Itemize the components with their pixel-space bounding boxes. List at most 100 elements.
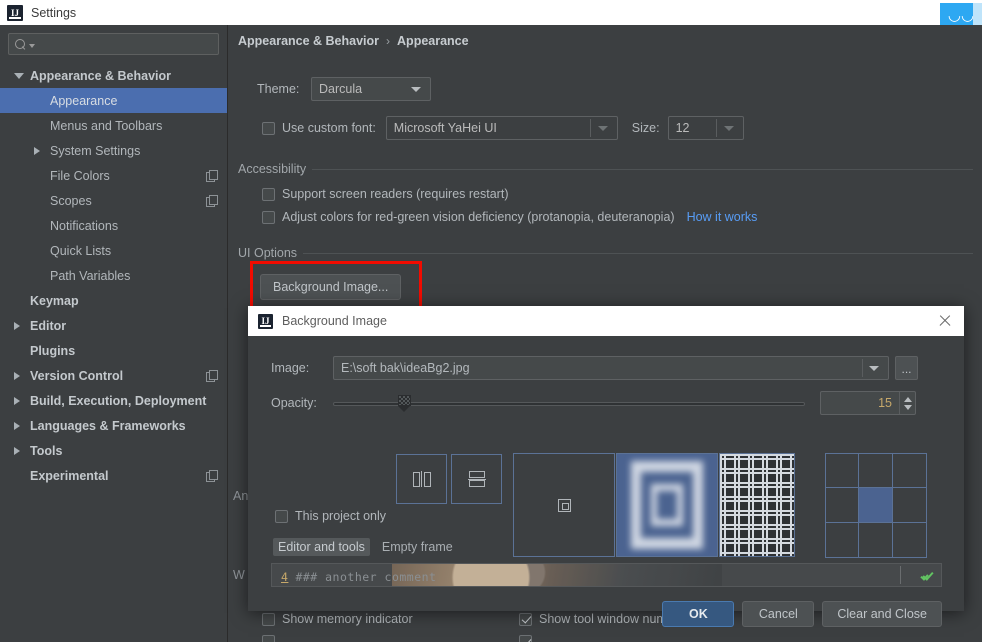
tree-arrow-slot xyxy=(14,446,30,455)
sidebar-item-quick-lists[interactable]: Quick Lists xyxy=(0,238,227,263)
fill-mode-center-button[interactable] xyxy=(513,453,615,557)
chevron-down-icon xyxy=(411,87,421,92)
target-empty-frame-option[interactable]: Empty frame xyxy=(377,538,458,556)
this-project-only-row[interactable]: This project only xyxy=(275,509,386,523)
chevron-right-icon[interactable] xyxy=(34,146,40,155)
spinner-buttons[interactable] xyxy=(899,392,915,414)
sidebar-item-tools[interactable]: Tools xyxy=(0,438,227,463)
mirror-horizontal-button[interactable] xyxy=(396,454,447,504)
slider-knob[interactable] xyxy=(397,395,411,412)
bottom-row-clipped-right[interactable] xyxy=(519,635,539,642)
font-size-select[interactable]: 12 xyxy=(667,116,744,140)
copy-settings-icon[interactable] xyxy=(206,170,218,182)
anchor-position-grid[interactable] xyxy=(824,452,927,558)
sidebar-item-version-control[interactable]: Version Control xyxy=(0,363,227,388)
adjust-colors-checkbox[interactable] xyxy=(262,210,275,224)
sidebar-item-plugins[interactable]: Plugins xyxy=(0,338,227,363)
window-title: Settings xyxy=(31,5,77,20)
sidebar-item-appearance[interactable]: Appearance xyxy=(0,88,227,113)
search-input[interactable] xyxy=(35,37,213,51)
anchor-cell-3[interactable] xyxy=(824,487,860,523)
background-image-button[interactable]: Background Image... xyxy=(260,274,402,300)
sidebar-item-editor[interactable]: Editor xyxy=(0,313,227,338)
breadcrumb-root[interactable]: Appearance & Behavior xyxy=(238,34,379,48)
anchor-cell-6[interactable] xyxy=(824,521,860,558)
use-custom-font-checkbox[interactable] xyxy=(262,121,275,135)
tree-arrow-slot xyxy=(14,421,30,430)
ok-button[interactable]: OK xyxy=(662,601,735,627)
chevron-down-icon[interactable] xyxy=(869,366,879,371)
theme-select[interactable]: Darcula xyxy=(311,77,431,101)
anchor-cell-8[interactable] xyxy=(891,521,927,558)
anchor-cell-2[interactable] xyxy=(891,452,927,489)
spinner-down-icon[interactable] xyxy=(903,404,912,410)
center-fill-icon xyxy=(557,498,571,512)
chevron-right-icon[interactable] xyxy=(14,396,20,405)
sidebar-item-system-settings[interactable]: System Settings xyxy=(0,138,227,163)
sidebar-item-languages-frameworks[interactable]: Languages & Frameworks xyxy=(0,413,227,438)
sidebar-item-keymap[interactable]: Keymap xyxy=(0,288,227,313)
image-path-field[interactable]: E:\soft bak\ideaBg2.jpg xyxy=(333,356,889,380)
this-project-only-checkbox[interactable] xyxy=(275,509,288,523)
accessibility-section-title: Accessibility xyxy=(238,162,307,176)
sidebar-item-notifications[interactable]: Notifications xyxy=(0,213,227,238)
slider-knob-tip xyxy=(397,406,410,412)
sidebar-item-experimental[interactable]: Experimental xyxy=(0,463,227,488)
anchor-cell-1[interactable] xyxy=(858,452,893,489)
sidebar-item-build-execution-deployment[interactable]: Build, Execution, Deployment xyxy=(0,388,227,413)
anchor-cell-7[interactable] xyxy=(858,521,893,558)
spinner-up-icon[interactable] xyxy=(903,396,912,402)
support-screen-readers-checkbox[interactable] xyxy=(262,187,275,201)
anchor-cell-0[interactable] xyxy=(824,452,860,489)
dialog-button-bar: OK Cancel Clear and Close xyxy=(662,601,942,627)
anchor-cell-4[interactable] xyxy=(858,487,893,523)
opacity-spinner[interactable]: 15 xyxy=(820,391,916,415)
sidebar-item-menus-and-toolbars[interactable]: Menus and Toolbars xyxy=(0,113,227,138)
fill-mode-scale-button[interactable] xyxy=(616,453,718,557)
show-memory-indicator-checkbox[interactable] xyxy=(262,612,275,626)
sidebar-item-scopes[interactable]: Scopes xyxy=(0,188,227,213)
image-path-row: Image: E:\soft bak\ideaBg2.jpg ... xyxy=(271,356,918,380)
search-box[interactable] xyxy=(8,33,219,55)
chevron-right-icon[interactable] xyxy=(14,371,20,380)
sidebar-item-path-variables[interactable]: Path Variables xyxy=(0,263,227,288)
how-it-works-link[interactable]: How it works xyxy=(687,210,758,224)
clear-and-close-button[interactable]: Clear and Close xyxy=(822,601,942,627)
section-divider xyxy=(312,168,973,170)
opacity-slider[interactable] xyxy=(333,393,805,413)
copy-settings-icon[interactable] xyxy=(206,195,218,207)
close-icon[interactable] xyxy=(938,314,952,328)
cancel-button[interactable]: Cancel xyxy=(742,601,815,627)
cloud-sync-glyph: ◡◡ xyxy=(947,6,975,24)
settings-window: IJ Settings ◡◡ Appearance & Behavior Appe… xyxy=(0,0,982,642)
show-tool-window-numbers-checkbox[interactable] xyxy=(519,612,532,626)
chevron-right-icon[interactable] xyxy=(14,446,20,455)
target-editor-and-tools-option[interactable]: Editor and tools xyxy=(273,538,370,556)
sidebar-item-label: Appearance xyxy=(50,93,118,108)
sidebar-item-file-colors[interactable]: File Colors xyxy=(0,163,227,188)
sidebar-item-label: Languages & Frameworks xyxy=(30,418,186,433)
color-deficiency-row[interactable]: Adjust colors for red-green vision defic… xyxy=(262,210,757,224)
custom-font-select[interactable]: Microsoft YaHei UI xyxy=(385,116,618,140)
chevron-right-icon[interactable] xyxy=(14,421,20,430)
bottom-row-clipped-left[interactable] xyxy=(262,635,282,642)
allow-merging-buttons-checkbox[interactable] xyxy=(519,635,532,642)
show-memory-indicator-row[interactable]: Show memory indicator xyxy=(262,612,413,626)
disable-mnemonics-checkbox[interactable] xyxy=(262,635,275,642)
dialog-body: Image: E:\soft bak\ideaBg2.jpg ... Opaci… xyxy=(248,336,964,627)
copy-settings-icon[interactable] xyxy=(206,470,218,482)
sidebar-item-appearance-behavior[interactable]: Appearance & Behavior xyxy=(0,63,227,88)
cloud-sync-icon[interactable]: ◡◡ xyxy=(940,3,982,27)
chevron-down-icon[interactable] xyxy=(14,72,24,79)
preview-divider xyxy=(900,566,901,584)
browse-button[interactable]: ... xyxy=(895,356,918,380)
field-divider xyxy=(862,359,863,377)
anchor-cell-5[interactable] xyxy=(891,487,927,523)
theme-label: Theme: xyxy=(257,82,300,96)
chevron-right-icon[interactable] xyxy=(14,321,20,330)
fill-mode-tile-button[interactable] xyxy=(719,453,795,557)
copy-settings-icon[interactable] xyxy=(206,370,218,382)
screen-readers-row[interactable]: Support screen readers (requires restart… xyxy=(262,187,508,201)
scale-fill-icon xyxy=(617,454,717,556)
mirror-vertical-button[interactable] xyxy=(451,454,502,504)
